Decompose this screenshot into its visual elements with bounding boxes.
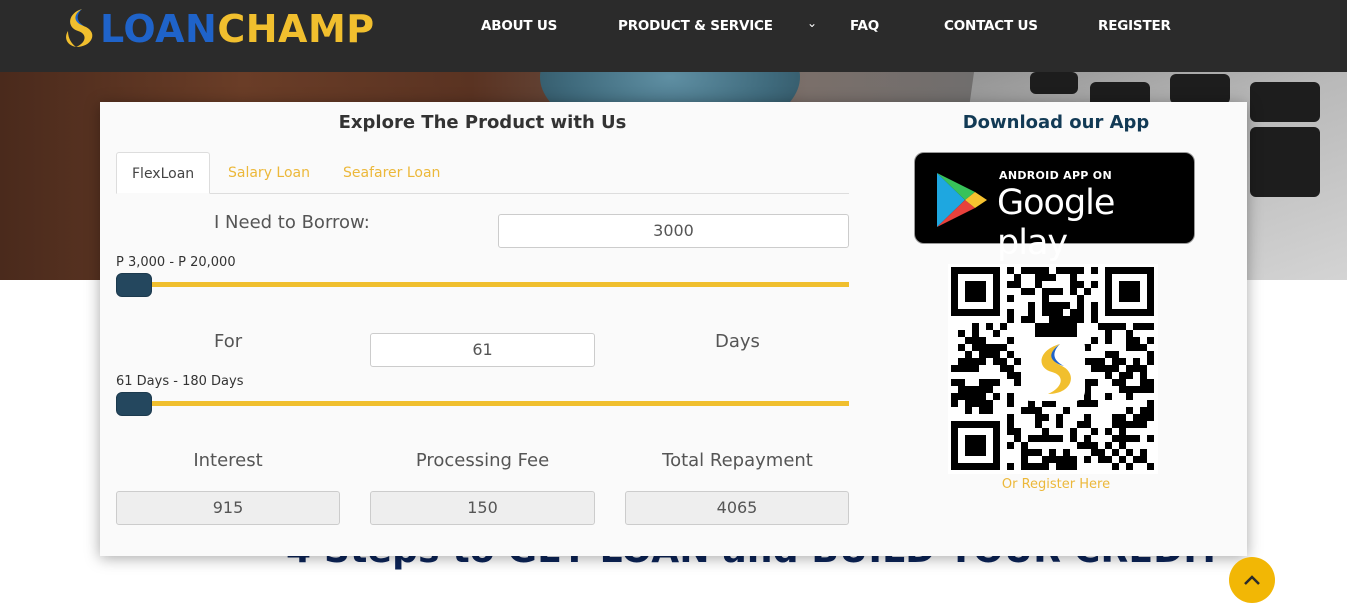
duration-slider-handle[interactable]	[116, 392, 152, 416]
nav-product-service[interactable]: PRODUCT & SERVICE	[618, 18, 773, 34]
loan-calculator-card: Explore The Product with Us FlexLoan Sal…	[100, 102, 1247, 556]
nav-contact-us[interactable]: CONTACT US	[944, 18, 1038, 34]
duration-for-label: For	[214, 331, 243, 352]
top-navbar: LOANCHAMP ABOUT US PRODUCT & SERVICE ⌄ F…	[0, 0, 1347, 72]
borrow-slider-handle[interactable]	[116, 273, 152, 297]
nav-about-us[interactable]: ABOUT US	[481, 18, 557, 34]
brand-name-loan: LOAN	[100, 7, 218, 51]
scroll-to-top-button[interactable]	[1229, 557, 1275, 603]
hero-key-decoration	[1170, 74, 1230, 104]
borrow-range-text: P 3,000 - P 20,000	[116, 255, 236, 270]
brand-name-champ: CHAMP	[217, 7, 375, 51]
processing-fee-value: 150	[370, 491, 595, 525]
duration-days-input[interactable]: 61	[370, 333, 595, 367]
loan-type-tabs: FlexLoan Salary Loan Seafarer Loan	[116, 152, 849, 194]
duration-slider-track[interactable]	[116, 401, 849, 406]
tab-salary-loan[interactable]: Salary Loan	[213, 152, 325, 194]
total-repayment-label: Total Repayment	[662, 450, 813, 471]
nav-register[interactable]: REGISTER	[1098, 18, 1171, 34]
borrow-label: I Need to Borrow:	[214, 212, 370, 233]
total-repayment-value: 4065	[625, 491, 849, 525]
download-app-title: Download our App	[962, 112, 1150, 133]
nav-faq[interactable]: FAQ	[850, 18, 879, 34]
loanchamp-logo-icon	[62, 7, 98, 51]
tab-flexloan[interactable]: FlexLoan	[116, 152, 211, 194]
borrow-amount-input[interactable]: 3000	[498, 214, 849, 248]
hero-key-decoration	[1030, 72, 1078, 94]
duration-unit-label: Days	[715, 331, 760, 352]
brand-logo[interactable]: LOANCHAMP	[62, 6, 375, 52]
google-play-small-text: ANDROID APP ON	[999, 169, 1112, 182]
interest-label: Interest	[193, 450, 263, 471]
hero-key-decoration	[1250, 127, 1320, 197]
google-play-badge[interactable]: ANDROID APP ON Google play	[914, 152, 1195, 263]
chevron-down-icon[interactable]: ⌄	[807, 16, 817, 30]
google-play-big-text: Google play	[997, 183, 1115, 263]
qr-code-icon	[951, 267, 1154, 470]
borrow-slider-track[interactable]	[116, 282, 849, 287]
google-play-icon	[937, 173, 987, 227]
interest-value: 915	[116, 491, 340, 525]
brand-wordmark: LOANCHAMP	[100, 7, 375, 51]
register-link[interactable]: Or Register Here	[865, 477, 1247, 492]
hero-key-decoration	[1250, 82, 1320, 122]
tab-seafarer-loan[interactable]: Seafarer Loan	[328, 152, 455, 194]
qr-code-image	[948, 264, 1158, 474]
processing-fee-label: Processing Fee	[415, 450, 550, 471]
chevron-up-icon	[1244, 575, 1260, 585]
duration-range-text: 61 Days - 180 Days	[116, 374, 244, 389]
explore-title: Explore The Product with Us	[338, 112, 627, 133]
